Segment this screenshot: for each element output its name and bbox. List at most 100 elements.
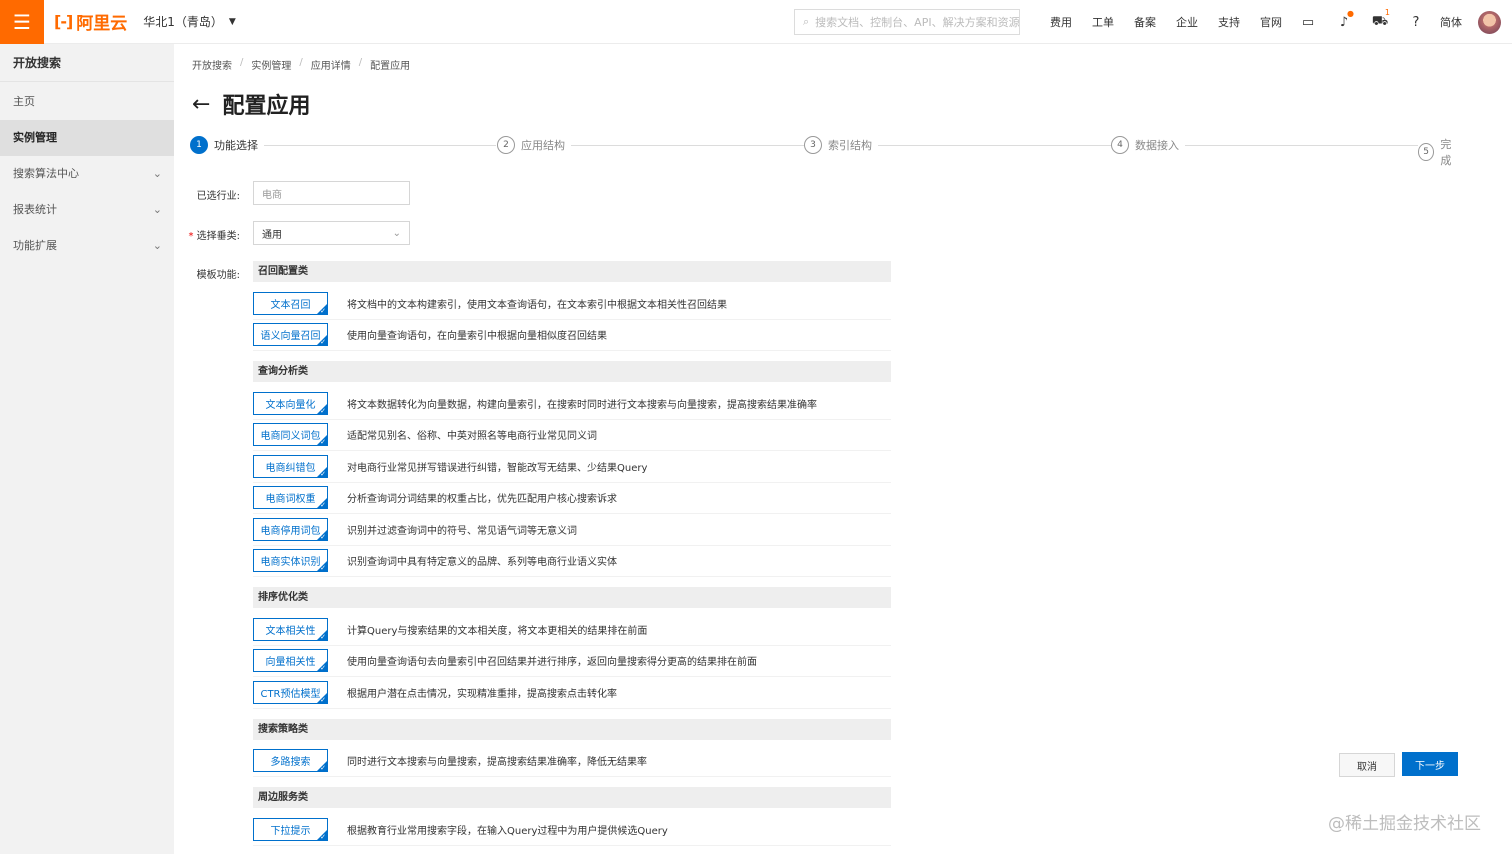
top-link-support[interactable]: 支持 [1208,14,1250,30]
hamburger-menu-icon[interactable]: ☰ [0,0,44,44]
check-icon: ✓ [320,832,326,841]
feature-tag-checkbox[interactable]: 文本相关性 ✓ [253,617,328,641]
sidebar-item-algorithm-center[interactable]: 搜索算法中心 ⌄ [0,156,174,192]
feature-tag-checkbox[interactable]: 文本召回 ✓ [253,291,328,315]
sidebar-item-instances[interactable]: 实例管理 [0,120,174,156]
feature-description: 根据用户潜在点击情况，实现精准重排，提高搜索点击转化率 [347,688,617,700]
feature-tag-label: 电商词权重 [265,494,316,506]
breadcrumb-item[interactable]: 应用详情 [311,57,351,72]
check-icon: ✓ [320,469,326,478]
sidebar-item-label: 功能扩展 [13,239,57,252]
feature-tag-checkbox[interactable]: CTR预估模型 ✓ [253,680,328,704]
chevron-down-icon: ⌄ [392,227,401,239]
breadcrumb: 开放搜索 / 实例管理 / 应用详情 / 配置应用 [192,57,410,72]
template-label: 模板功能: [196,270,240,281]
step-connector [875,145,1111,146]
search-icon: ⌕ [803,15,810,28]
feature-description: 识别并过滤查询词中的符号、常见语气词等无意义词 [347,525,577,537]
step-feature-selection: 1 功能选择 [190,136,264,154]
watermark: @稀土掘金技术社区 [1328,814,1481,834]
chevron-down-icon: ⌄ [152,239,162,252]
sidebar-item-extensions[interactable]: 功能扩展 ⌄ [0,228,174,264]
feature-tag-checkbox[interactable]: 电商词权重 ✓ [253,486,328,510]
feature-description: 识别查询词中具有特定意义的品牌、系列等电商行业语义实体 [347,557,617,569]
breadcrumb-item[interactable]: 实例管理 [251,57,291,72]
feature-tag-checkbox[interactable]: 语义向量召回 ✓ [253,323,328,347]
feature-tag-label: 向量相关性 [265,657,316,669]
language-switch[interactable]: 简体 [1440,14,1462,30]
top-links: 费用 工单 备案 企业 支持 官网 [1040,0,1292,44]
notification-dot: ● [1347,8,1354,18]
top-bar: ☰ [-] 阿里云 华北1（青岛） ▼ ⌕ 搜索文档、控制台、API、解决方案和… [0,0,1512,44]
feature-tag-checkbox[interactable]: 电商停用词包 ✓ [253,517,328,541]
check-icon: ✓ [320,532,326,541]
check-icon: ✓ [320,338,326,347]
top-link-icp[interactable]: 备案 [1124,14,1166,30]
brand-name: 阿里云 [76,14,128,34]
aliyun-logo[interactable]: [-] 阿里云 [54,9,127,34]
feature-row: 电商停用词包 ✓ 识别并过滤查询词中的符号、常见语气词等无意义词 [253,514,891,546]
feature-group-header: 排序优化类 [253,587,891,608]
sidebar-item-label: 报表统计 [13,203,57,216]
step-data-ingest: 4 数据接入 [1111,136,1185,154]
check-icon: ✓ [320,438,326,447]
cancel-button[interactable]: 取消 [1339,753,1395,777]
feature-tag-checkbox[interactable]: 电商纠错包 ✓ [253,454,328,478]
step-number: 5 [1418,143,1435,161]
sidebar-item-home[interactable]: 主页 [0,84,174,120]
feature-description: 根据教育行业常用搜索字段，在输入Query过程中为用户提供候选Query [347,825,668,837]
sidebar-item-reports[interactable]: 报表统计 ⌄ [0,192,174,228]
feature-row: 文本召回 ✓ 将文档中的文本构建索引，使用文本查询语句，在文本索引中根据文本相关性召… [253,288,891,320]
feature-row: 向量相关性 ✓ 使用向量查询语句去向量索引中召回结果并进行排序，返回向量搜索得分更高… [253,646,891,677]
sidebar: 开放搜索 主页 实例管理 搜索算法中心 ⌄ 报表统计 ⌄ 功能扩展 ⌄ [0,44,174,854]
feature-tag-checkbox[interactable]: 下拉提示 ✓ [253,817,328,841]
next-step-button[interactable]: 下一步 [1402,752,1458,776]
category-select[interactable]: 通用 ⌄ [253,221,410,245]
feature-description: 适配常见别名、俗称、中英对照名等电商行业常见同义词 [347,431,597,443]
breadcrumb-separator: / [299,57,303,68]
chevron-down-icon: ⌄ [152,167,162,180]
page-title: 配置应用 [222,94,311,119]
top-link-enterprise[interactable]: 企业 [1166,14,1208,30]
check-icon: ✓ [320,564,326,573]
stepper: 1 功能选择 2 应用结构 3 索引结构 4 数据接入 5 完成 [190,136,1466,168]
feature-tag-label: 语义向量召回 [260,331,321,343]
top-link-official[interactable]: 官网 [1250,14,1292,30]
industry-label: 已选行业: [196,191,240,202]
terminal-icon[interactable]: ▭ [1290,15,1326,30]
feature-row: 多路搜索 ✓ 同时进行文本搜索与向量搜索，提高搜索结果准确率，降低无结果率 [253,746,891,777]
feature-row: 语义向量召回 ✓ 使用向量查询语句，在向量索引中根据向量相似度召回结果 [253,320,891,351]
feature-tag-label: 电商纠错包 [265,462,316,474]
feature-tag-checkbox[interactable]: 多路搜索 ✓ [253,749,328,773]
feature-tag-label: 文本向量化 [265,399,316,411]
feature-tag-checkbox[interactable]: 文本向量化 ✓ [253,391,328,415]
check-icon: ✓ [320,406,326,415]
check-icon: ✓ [320,306,326,315]
top-link-ticket[interactable]: 工单 [1082,14,1124,30]
feature-tag-checkbox[interactable]: 电商实体识别 ✓ [253,549,328,573]
search-input[interactable]: ⌕ 搜索文档、控制台、API、解决方案和资源 [794,9,1020,35]
step-label: 数据接入 [1135,139,1179,152]
feature-tag-label: 电商停用词包 [260,525,321,537]
cart-icon[interactable]: ⛟ 1 [1362,8,1398,31]
feature-tag-label: 多路搜索 [270,757,311,769]
help-icon[interactable]: ? [1398,15,1434,30]
step-number: 4 [1111,136,1129,154]
breadcrumb-separator: / [358,57,363,68]
back-arrow-icon[interactable]: ← [192,92,210,117]
step-label: 功能选择 [214,139,258,152]
step-connector [568,145,804,146]
feature-tag-label: 文本相关性 [265,625,316,637]
step-number: 2 [497,136,515,154]
category-label: * 选择垂类: [180,227,240,242]
breadcrumb-item[interactable]: 开放搜索 [192,57,232,72]
feature-tag-checkbox[interactable]: 向量相关性 ✓ [253,649,328,673]
avatar[interactable] [1478,11,1501,34]
region-selector[interactable]: 华北1（青岛） ▼ [143,13,236,30]
feature-tag-checkbox[interactable]: 电商同义词包 ✓ [253,423,328,447]
top-link-billing[interactable]: 费用 [1040,14,1082,30]
bell-icon[interactable]: ♪ ● [1326,9,1362,30]
caret-down-icon: ▼ [228,16,236,27]
